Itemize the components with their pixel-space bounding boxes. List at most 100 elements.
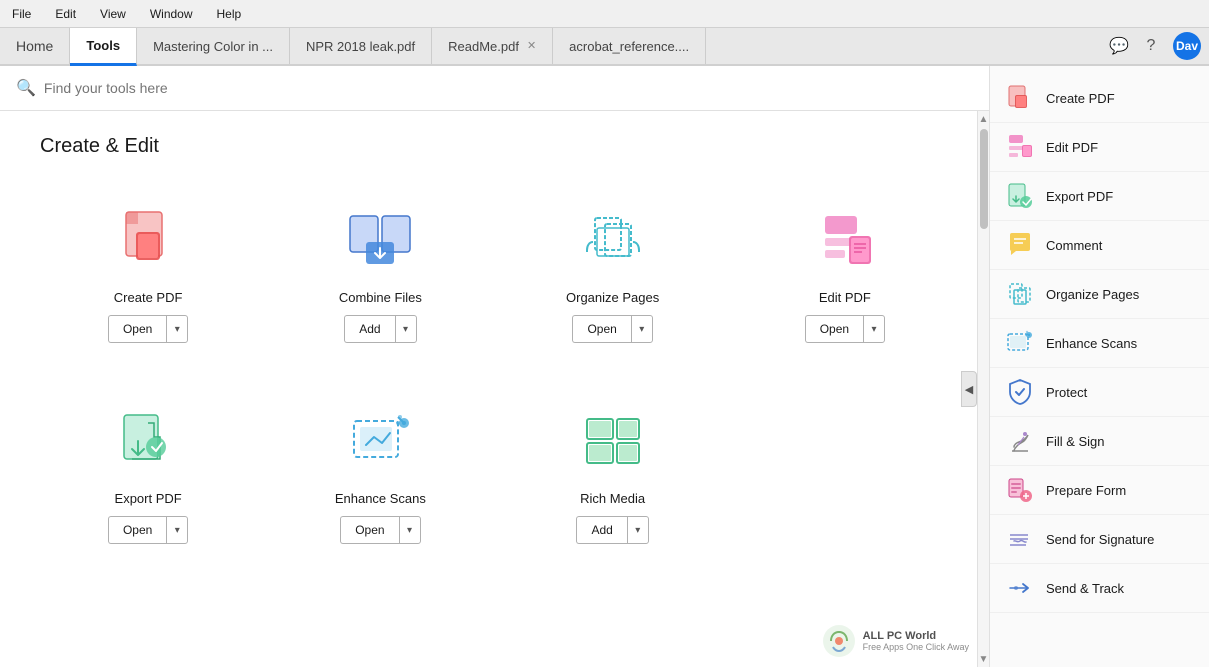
sidebar-protect-icon [1006,378,1034,406]
help-button[interactable]: ? [1137,32,1165,60]
sidebar-edit-pdf-icon [1006,133,1034,161]
sidebar-send-signature-icon [1006,525,1034,553]
chat-button[interactable]: 💬 [1105,32,1133,60]
sidebar-export-pdf-icon [1006,182,1034,210]
sidebar-create-pdf-icon [1006,84,1034,112]
sidebar-item-edit-pdf[interactable]: Edit PDF [990,123,1209,172]
tab-bar: Home Tools Mastering Color in ... NPR 20… [0,28,1209,66]
watermark: ALL PC World Free Apps One Click Away [821,623,969,659]
combine-files-btn-group: Add ▾ [344,315,416,343]
export-pdf-icon [112,407,184,479]
rich-media-add-btn[interactable]: Add [576,516,626,544]
rich-media-btn-group: Add ▾ [576,516,648,544]
sidebar-organize-pages-icon [1006,280,1034,308]
sidebar-edit-pdf-label: Edit PDF [1046,140,1098,155]
sidebar-enhance-scans-label: Enhance Scans [1046,336,1137,351]
organize-pages-icon [577,206,649,278]
combine-files-label: Combine Files [339,290,422,305]
tab-readme-close[interactable]: ✕ [527,41,536,52]
sidebar-comment-icon [1006,231,1034,259]
menu-help[interactable]: Help [213,5,246,23]
create-pdf-arrow-btn[interactable]: ▾ [166,315,188,343]
section-title: Create & Edit [40,135,953,158]
sidebar-item-send-for-signature[interactable]: Send for Signature [990,515,1209,564]
sidebar-item-export-pdf[interactable]: Export PDF [990,172,1209,221]
menu-view[interactable]: View [96,5,130,23]
tab-npr[interactable]: NPR 2018 leak.pdf [290,28,432,64]
sidebar-organize-pages-label: Organize Pages [1046,287,1139,302]
organize-pages-label: Organize Pages [566,290,659,305]
organize-pages-btn-group: Open ▾ [572,315,652,343]
tool-card-combine-files: Combine Files Add ▾ [272,186,488,355]
tab-tools[interactable]: Tools [70,28,137,66]
edit-pdf-open-btn[interactable]: Open [805,315,863,343]
menu-bar: File Edit View Window Help [0,0,1209,28]
enhance-scans-arrow-btn[interactable]: ▾ [399,516,421,544]
organize-pages-arrow-btn[interactable]: ▾ [631,315,653,343]
organize-pages-open-btn[interactable]: Open [572,315,630,343]
search-input[interactable] [44,80,973,96]
create-pdf-label: Create PDF [114,290,183,305]
enhance-scans-icon [344,407,416,479]
tool-card-organize-pages: Organize Pages Open ▾ [505,186,721,355]
export-pdf-open-btn[interactable]: Open [108,516,166,544]
edit-pdf-icon [809,206,881,278]
sidebar-collapse-arrow[interactable]: ◀ [961,371,977,407]
scrollbar[interactable]: ▲ ▼ [977,111,989,667]
enhance-scans-btn-group: Open ▾ [340,516,420,544]
tools-grid-row2: Export PDF Open ▾ [40,387,953,556]
rich-media-arrow-btn[interactable]: ▾ [627,516,649,544]
create-pdf-open-btn[interactable]: Open [108,315,166,343]
tools-grid-area: Create & Edit Create P [0,111,977,667]
tool-card-export-pdf: Export PDF Open ▾ [40,387,256,556]
create-pdf-btn-group: Open ▾ [108,315,188,343]
sidebar-enhance-scans-icon [1006,329,1034,357]
sidebar-prepare-form-icon [1006,476,1034,504]
tab-home[interactable]: Home [0,28,70,64]
edit-pdf-btn-group: Open ▾ [805,315,885,343]
menu-file[interactable]: File [8,5,35,23]
tab-mastering[interactable]: Mastering Color in ... [137,28,290,64]
sidebar-item-comment[interactable]: Comment [990,221,1209,270]
edit-pdf-arrow-btn[interactable]: ▾ [863,315,885,343]
sidebar-fill-sign-label: Fill & Sign [1046,434,1105,449]
rich-media-label: Rich Media [580,491,645,506]
sidebar-item-fill-sign[interactable]: Fill & Sign [990,417,1209,466]
scroll-up-arrow[interactable]: ▲ [978,111,989,127]
sidebar-item-organize-pages[interactable]: Organize Pages [990,270,1209,319]
sidebar-item-send-track[interactable]: Send & Track [990,564,1209,613]
menu-window[interactable]: Window [146,5,197,23]
enhance-scans-open-btn[interactable]: Open [340,516,398,544]
combine-files-add-btn[interactable]: Add [344,315,394,343]
tool-card-enhance-scans: Enhance Scans Open ▾ [272,387,488,556]
enhance-scans-label: Enhance Scans [335,491,426,506]
tools-grid-row1: Create PDF Open ▾ [40,186,953,355]
empty-cell [737,387,953,556]
sidebar-send-track-label: Send & Track [1046,581,1124,596]
sidebar-comment-label: Comment [1046,238,1102,253]
scroll-down-arrow[interactable]: ▼ [978,651,989,667]
sidebar-item-create-pdf[interactable]: Create PDF [990,74,1209,123]
export-pdf-arrow-btn[interactable]: ▾ [166,516,188,544]
search-bar: 🔍 [0,66,989,111]
sidebar-item-enhance-scans[interactable]: Enhance Scans [990,319,1209,368]
user-avatar[interactable]: Dav [1173,32,1201,60]
sidebar-prepare-form-label: Prepare Form [1046,483,1126,498]
search-icon: 🔍 [16,78,36,98]
rich-media-icon [577,407,649,479]
sidebar-item-prepare-form[interactable]: Prepare Form [990,466,1209,515]
edit-pdf-label: Edit PDF [819,290,871,305]
tool-card-edit-pdf: Edit PDF Open ▾ [737,186,953,355]
main-layout: 🔍 Create & Edit [0,66,1209,667]
combine-files-arrow-btn[interactable]: ▾ [395,315,417,343]
tab-acrobat[interactable]: acrobat_reference.... [553,28,706,64]
scroll-thumb[interactable] [980,129,988,229]
sidebar-protect-label: Protect [1046,385,1087,400]
sidebar-create-pdf-label: Create PDF [1046,91,1115,106]
tab-readme[interactable]: ReadMe.pdf ✕ [432,28,553,64]
watermark-text: ALL PC World Free Apps One Click Away [863,630,969,652]
sidebar-item-protect[interactable]: Protect [990,368,1209,417]
menu-edit[interactable]: Edit [51,5,80,23]
combine-files-icon [344,206,416,278]
export-pdf-btn-group: Open ▾ [108,516,188,544]
